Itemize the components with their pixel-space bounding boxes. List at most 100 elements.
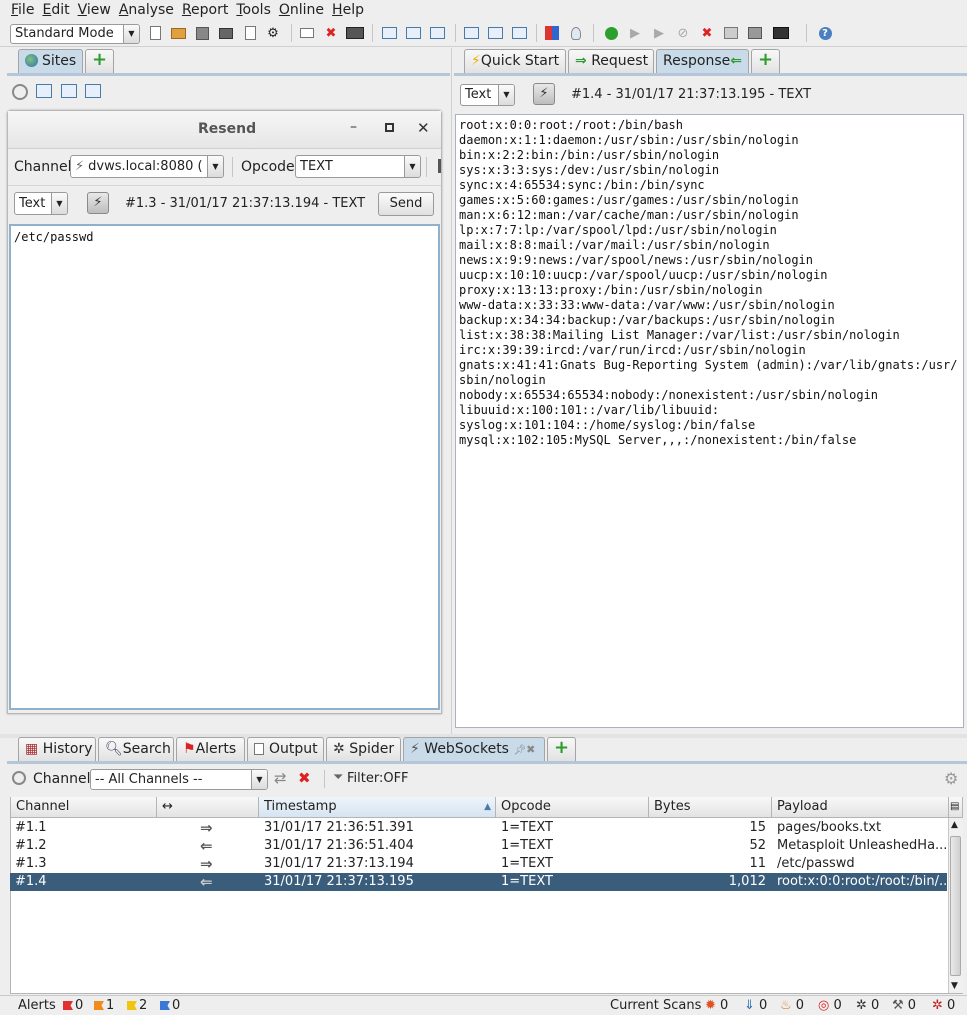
layout-horizontal-icon[interactable]	[404, 24, 422, 42]
resend-message-editor[interactable]: /etc/passwd	[9, 224, 440, 710]
table-row[interactable]: #1.1 ⇒ 31/01/17 21:36:51.391 1=TEXT 15 pages/…	[10, 819, 947, 837]
layout-full-icon[interactable]	[380, 24, 398, 42]
table-scrollbar[interactable]: ▲ ▼	[948, 818, 963, 993]
manual-request-icon[interactable]	[722, 24, 740, 42]
table-row[interactable]: #1.4 ⇐ 31/01/17 21:37:13.195 1=TEXT 1,012 roo…	[10, 873, 947, 891]
col-opcode[interactable]: Opcode	[496, 797, 649, 818]
tab-alerts[interactable]: ⚑Alerts	[176, 737, 245, 761]
close-tab-icon[interactable]: ✖	[526, 743, 535, 756]
continue-icon[interactable]: ▶	[650, 24, 668, 42]
add-tab-button[interactable]: +	[85, 49, 114, 73]
scroll-thumb[interactable]	[950, 836, 961, 976]
new-session-icon[interactable]	[146, 24, 164, 42]
alerts-info[interactable]: 0	[160, 996, 180, 1015]
alerts-low[interactable]: 2	[127, 996, 147, 1015]
col-timestamp[interactable]: Timestamp ▲	[259, 797, 496, 818]
col-payload[interactable]: Payload	[772, 797, 949, 818]
opcode-select[interactable]: TEXT ▼	[295, 155, 421, 178]
send-button[interactable]: Send	[378, 192, 434, 216]
col-bytes[interactable]: Bytes	[649, 797, 772, 818]
target-icon[interactable]	[12, 84, 28, 100]
plug-icon[interactable]: ⚡	[533, 83, 555, 105]
menu-tools[interactable]: Tools	[236, 2, 271, 18]
console-icon[interactable]	[345, 24, 365, 42]
panel-layout-2-icon[interactable]	[486, 24, 504, 42]
column-chooser-icon[interactable]: ▤	[949, 797, 963, 818]
save-session-icon[interactable]	[193, 24, 211, 42]
scan-spider[interactable]: ⇓ 0	[744, 996, 767, 1015]
col-direction[interactable]: ↔	[157, 797, 259, 818]
step-icon[interactable]: ▶	[626, 24, 644, 42]
response-format-select[interactable]: Text ▼	[460, 84, 515, 106]
ws-channel-select[interactable]: -- All Channels -- ▼	[90, 769, 268, 790]
session-properties-icon[interactable]	[241, 24, 259, 42]
panel-layout-3-icon[interactable]	[510, 24, 528, 42]
close-icon[interactable]: ✕	[417, 119, 430, 137]
menu-analyse[interactable]: Analyse	[119, 2, 174, 18]
menu-file[interactable]: File	[11, 2, 34, 18]
menu-view[interactable]: View	[78, 2, 111, 18]
tab-search[interactable]: 🔍︎Search	[98, 737, 174, 761]
tab-websockets[interactable]: ⚡ WebSockets 📌︎✖	[403, 737, 545, 761]
menu-report[interactable]: Report	[182, 2, 228, 18]
new-context-icon[interactable]	[36, 84, 52, 98]
open-session-icon[interactable]	[169, 24, 187, 42]
mode-select[interactable]: Standard Mode ▼	[10, 24, 140, 44]
plug-icon[interactable]: ⚡	[87, 192, 109, 214]
scan-ajax[interactable]: ✲ 0	[856, 996, 879, 1015]
scan-force[interactable]: ⚒ 0	[892, 996, 916, 1015]
tab-output[interactable]: Output	[247, 737, 324, 761]
menu-edit[interactable]: Edit	[42, 2, 69, 18]
target-icon[interactable]	[12, 771, 26, 785]
export-context-icon[interactable]	[85, 84, 101, 98]
tab-sites[interactable]: Sites	[18, 49, 83, 73]
options-gear-icon[interactable]: ⚙	[264, 24, 282, 42]
scan-fuzz[interactable]: ♨ 0	[780, 996, 804, 1015]
col-channel[interactable]: Channel	[11, 797, 157, 818]
tab-history[interactable]: ▦ History	[18, 737, 96, 761]
burst-icon: ✹	[705, 998, 716, 1013]
remove-icon[interactable]: ✖	[298, 769, 311, 787]
alerts-medium[interactable]: 1	[94, 996, 114, 1015]
scan-bug[interactable]: ✲ 0	[932, 996, 955, 1015]
help-icon[interactable]: ?	[816, 24, 834, 42]
menu-online[interactable]: Online	[279, 2, 324, 18]
tab-quick-start[interactable]: ⚡Quick Start	[464, 49, 566, 73]
scan-target[interactable]: ◎ 0	[818, 996, 842, 1015]
channel-select[interactable]: ⚡ dvws.local:8080 ( ▼	[70, 155, 224, 178]
break-all-icon[interactable]	[602, 24, 620, 42]
minimize-icon[interactable]: –	[350, 119, 357, 135]
clear-icon[interactable]: ✖	[322, 24, 340, 42]
drop-icon[interactable]: ⊘	[674, 24, 692, 42]
table-row[interactable]: #1.3 ⇒ 31/01/17 21:37:13.194 1=TEXT 11/etc/p…	[10, 855, 947, 873]
response-message-view[interactable]: root:x:0:0:root:/root:/bin/bash daemon:x:…	[455, 114, 964, 728]
table-row[interactable]: #1.2 ⇐ 31/01/17 21:36:51.404 1=TEXT 52 Metasp…	[10, 837, 947, 855]
scroll-up-icon[interactable]: ▲	[951, 820, 958, 830]
resend-format-select[interactable]: Text ▼	[14, 192, 68, 215]
import-context-icon[interactable]	[61, 84, 77, 98]
filter-status[interactable]: Filter:OFF	[347, 771, 409, 786]
panel-layout-1-icon[interactable]	[462, 24, 480, 42]
alerts-high[interactable]: 0	[63, 996, 83, 1015]
scroll-down-icon[interactable]: ▼	[951, 981, 958, 991]
layout-vertical-icon[interactable]	[428, 24, 446, 42]
remove-breakpoint-icon[interactable]: ✖	[698, 24, 716, 42]
maximize-icon[interactable]	[385, 123, 394, 132]
options-gear-icon[interactable]: ⚙	[944, 769, 958, 788]
add-tab-button[interactable]: +	[751, 49, 780, 73]
scan-policy-icon[interactable]	[543, 24, 561, 42]
add-tab-button[interactable]: +	[547, 737, 576, 761]
pin-icon[interactable]: 📌︎	[513, 745, 526, 756]
snapshot-icon[interactable]	[217, 24, 235, 42]
tab-request[interactable]: ⇒ Request	[568, 49, 654, 73]
show-tabs-icon[interactable]	[298, 24, 316, 42]
tab-response[interactable]: Response⇐	[656, 49, 749, 73]
bulb-icon[interactable]	[567, 24, 585, 42]
scripts-console-icon[interactable]	[771, 24, 791, 42]
scan-ascan[interactable]: ✹ 0	[705, 996, 728, 1015]
swap-icon[interactable]: ⇄	[274, 769, 287, 787]
tab-spider[interactable]: ✲ Spider	[326, 737, 401, 761]
fuzzer-icon[interactable]	[746, 24, 764, 42]
menu-help[interactable]: Help	[332, 2, 364, 18]
filter-icon[interactable]: ⏷	[333, 770, 343, 785]
